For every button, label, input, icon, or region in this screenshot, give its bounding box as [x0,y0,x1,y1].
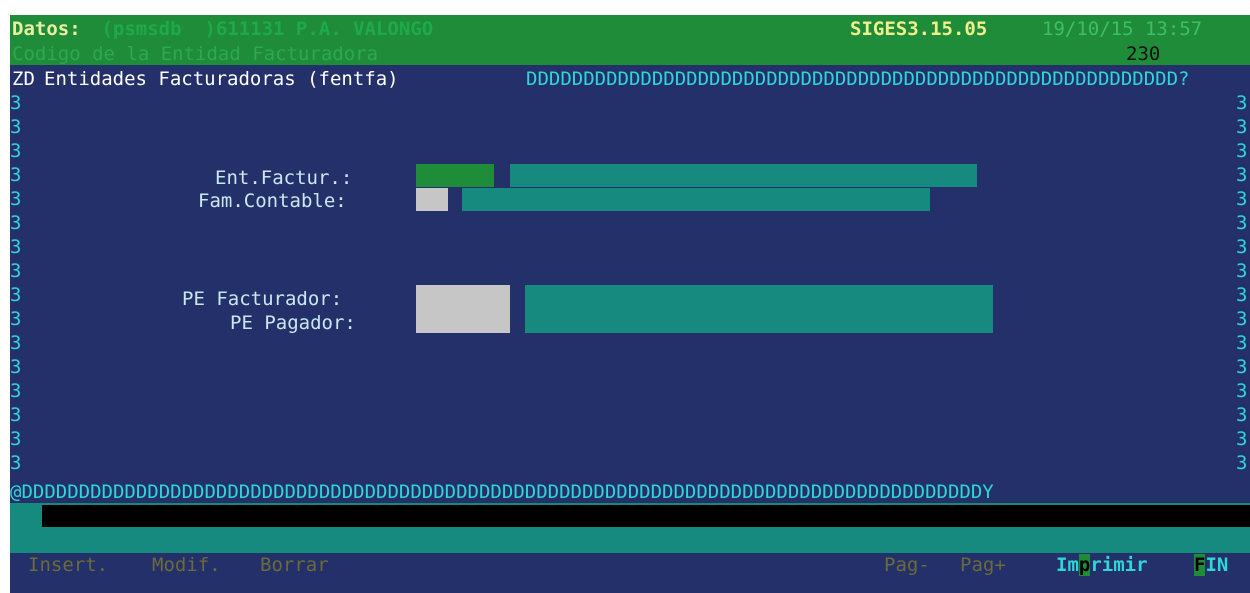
border-char: 3 [10,92,22,114]
window-right-border: 3 3 3 3 3 3 3 3 3 3 3 3 3 3 3 3 [1236,91,1250,475]
border-char: 3 [1236,236,1248,258]
border-char: 3 [1236,260,1248,282]
border-char: 3 [1236,380,1248,402]
border-char: 3 [10,356,22,378]
borrar-button[interactable]: Borrar [260,553,329,577]
command-input[interactable] [42,505,1250,527]
border-char: 3 [10,308,22,330]
datos-label: Datos: [12,18,81,40]
fam-contable-name-field[interactable] [462,188,930,211]
window-prefix: ZD [12,68,35,90]
ent-factur-name-field[interactable] [510,164,977,187]
fin-suffix: IN [1205,554,1229,576]
border-char: 3 [1236,164,1248,186]
border-char: 3 [10,428,22,450]
db-info: (psmsdb )611131 P.A. VALONGO [90,18,434,40]
imprimir-prefix: Im [1056,554,1079,576]
fin-button[interactable]: FIN [1194,553,1228,577]
version-label: SIGES3.15.05 [850,18,988,40]
border-char: 3 [1236,212,1248,234]
window-title: Entidades Facturadoras (fentfa) [44,68,399,90]
border-char: 3 [1236,428,1248,450]
insert-button[interactable]: Insert. [28,553,108,577]
pe-facturador-code-input[interactable] [416,285,510,333]
border-char: 3 [1236,308,1248,330]
border-char: 3 [10,404,22,426]
imprimir-hotkey: p [1078,554,1091,576]
modif-button[interactable]: Modif. [152,553,221,577]
border-char: 3 [1236,188,1248,210]
border-char: 3 [1236,92,1248,114]
window-top-border: DDDDDDDDDDDDDDDDDDDDDDDDDDDDDDDDDDDDDDDD… [526,68,1190,90]
ent-factur-code-input[interactable] [416,164,494,187]
border-char: 3 [10,452,22,474]
fin-hotkey: F [1194,554,1206,576]
border-char: 3 [1236,452,1248,474]
window-left-border: 3 3 3 3 3 3 3 3 3 3 3 3 3 3 3 3 [10,91,24,475]
border-char: 3 [10,188,22,210]
code-value: 230 [1126,43,1161,65]
fam-contable-code-input[interactable] [416,188,448,211]
border-char: 3 [10,380,22,402]
border-char: 3 [10,116,22,138]
border-char: 3 [10,284,22,306]
pe-pagador-label: PE Pagador: [230,312,356,334]
imprimir-button[interactable]: Imprimir [1056,553,1148,577]
pe-facturador-label: PE Facturador: [182,288,343,310]
terminal-screen: Datos: (psmsdb )611131 P.A. VALONGO SIGE… [10,15,1250,593]
border-char: 3 [10,212,22,234]
border-char: 3 [1236,356,1248,378]
border-char: 3 [1236,140,1248,162]
border-char: 3 [1236,332,1248,354]
ent-factur-label: Ent.Factur.: [215,167,353,189]
border-char: 3 [10,236,22,258]
border-char: 3 [10,164,22,186]
fam-contable-label: Fam.Contable: [198,190,347,212]
border-char: 3 [1236,404,1248,426]
border-char: 3 [10,332,22,354]
border-char: 3 [10,140,22,162]
border-char: 3 [1236,116,1248,138]
border-char: 3 [1236,284,1248,306]
border-char: 3 [10,260,22,282]
datetime-label: 19/10/15 13:57 [1042,18,1203,40]
pe-facturador-name-field[interactable] [525,285,993,333]
pag-next-button[interactable]: Pag+ [960,553,1006,577]
imprimir-suffix: rimir [1090,554,1148,576]
field-title: Codigo de la Entidad Facturadora [12,43,379,65]
pag-prev-button[interactable]: Pag- [884,553,930,577]
window-bottom-border: @DDDDDDDDDDDDDDDDDDDDDDDDDDDDDDDDDDDDDDD… [10,481,994,503]
